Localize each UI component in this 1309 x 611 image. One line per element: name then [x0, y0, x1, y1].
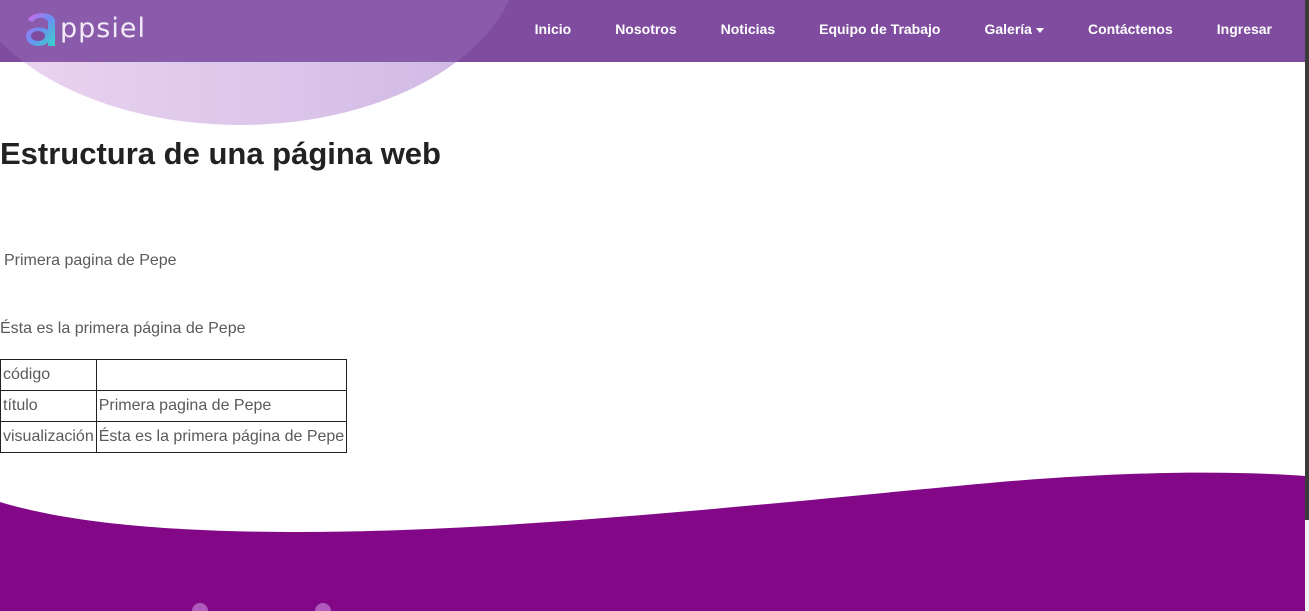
page-scrollbar[interactable]	[1305, 0, 1309, 611]
logo-text: ppsiel	[60, 12, 146, 44]
table-cell-value	[95, 359, 348, 391]
footer-wave	[0, 472, 1305, 611]
info-table: código título Primera pagina de Pepe vis…	[0, 359, 348, 453]
caret-down-icon	[1035, 27, 1044, 33]
table-cell-key: título	[0, 390, 97, 422]
navbar: ppsiel Inicio Nosotros Noticias Equipo d…	[0, 0, 1305, 62]
appsiel-logo[interactable]: ppsiel	[20, 4, 146, 54]
nav-item-nosotros[interactable]: Nosotros	[593, 21, 698, 37]
main-nav: Inicio Nosotros Noticias Equipo de Traba…	[513, 0, 1272, 58]
table-cell-value: Primera pagina de Pepe	[95, 390, 348, 422]
nav-item-inicio[interactable]: Inicio	[513, 21, 594, 37]
nav-item-galeria[interactable]: Galería	[962, 21, 1065, 37]
page-subtitle: Primera pagina de Pepe	[4, 252, 177, 269]
nav-item-contactenos[interactable]: Contáctenos	[1066, 21, 1195, 37]
nav-item-noticias[interactable]: Noticias	[699, 21, 797, 37]
scrollbar-thumb[interactable]	[1305, 0, 1309, 520]
table-cell-key: visualización	[0, 421, 97, 453]
page-paragraph: Ésta es la primera página de Pepe	[0, 320, 246, 337]
table-row: código	[0, 359, 348, 391]
page-title: Estructura de una página web	[0, 136, 441, 171]
nav-item-galeria-label: Galería	[984, 21, 1032, 37]
table-cell-key: código	[0, 359, 97, 391]
nav-item-equipo[interactable]: Equipo de Trabajo	[797, 21, 962, 37]
nav-item-ingresar[interactable]: Ingresar	[1195, 21, 1272, 37]
table-cell-value: Ésta es la primera página de Pepe	[95, 421, 348, 453]
table-row: visualización Ésta es la primera página …	[0, 421, 348, 453]
table-row: título Primera pagina de Pepe	[0, 390, 348, 422]
